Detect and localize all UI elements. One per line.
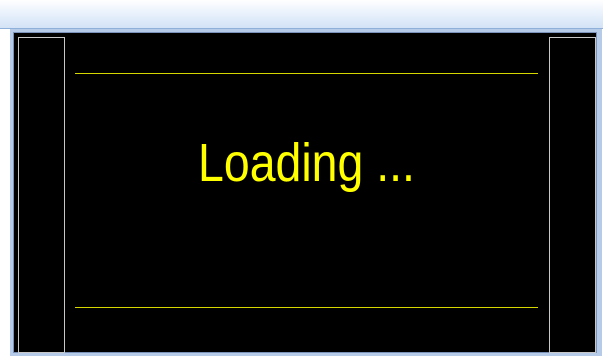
loading-message: Loading ... bbox=[198, 133, 415, 193]
display-screen: Loading ... bbox=[13, 32, 597, 353]
app-window: Loading ... bbox=[0, 0, 603, 356]
bottom-divider-line bbox=[75, 307, 538, 308]
left-side-panel bbox=[18, 37, 65, 353]
top-divider-line bbox=[75, 73, 538, 74]
display-frame: Loading ... bbox=[10, 29, 602, 356]
title-bar[interactable] bbox=[0, 0, 603, 29]
right-side-panel bbox=[549, 37, 596, 353]
